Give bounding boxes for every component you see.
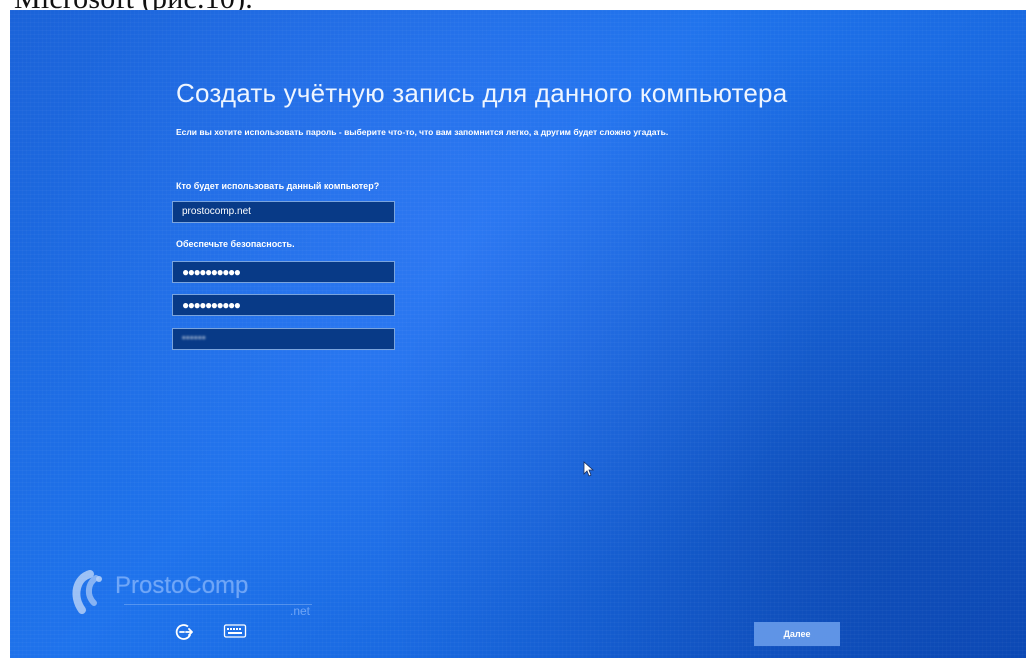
keyboard-icon-svg: [223, 624, 247, 638]
password-field[interactable]: ●●●●●●●●●●: [172, 261, 395, 283]
watermark-suffix: .net: [290, 604, 311, 618]
password-hint-field[interactable]: ••••••: [172, 328, 395, 350]
user-name-label: Кто будет использовать данный компьютер?: [176, 181, 380, 191]
password-hint-text: ••••••: [182, 333, 207, 344]
page: Microsoft (рис.10). Создать учётную запи…: [0, 0, 1027, 660]
prostocomp-watermark: ProstoComp .net: [68, 566, 338, 628]
password-confirm-field[interactable]: ●●●●●●●●●●: [172, 294, 395, 316]
windows-setup-screen: Создать учётную запись для данного компь…: [10, 10, 1026, 658]
username-field[interactable]: prostocomp.net: [172, 201, 395, 223]
accessibility-icon-svg: [175, 624, 193, 640]
watermark-divider: [124, 604, 312, 605]
next-button[interactable]: Далее: [754, 622, 840, 646]
accessibility-icon[interactable]: [173, 621, 195, 643]
page-title: Создать учётную запись для данного компь…: [176, 78, 788, 108]
watermark-name: ProstoComp: [115, 572, 249, 599]
keyboard-icon[interactable]: [223, 623, 247, 645]
password-help-text: Если вы хотите использовать пароль - выб…: [176, 127, 669, 137]
mouse-cursor-icon: [583, 461, 595, 477]
security-label: Обеспечьте безопасность.: [176, 239, 295, 249]
